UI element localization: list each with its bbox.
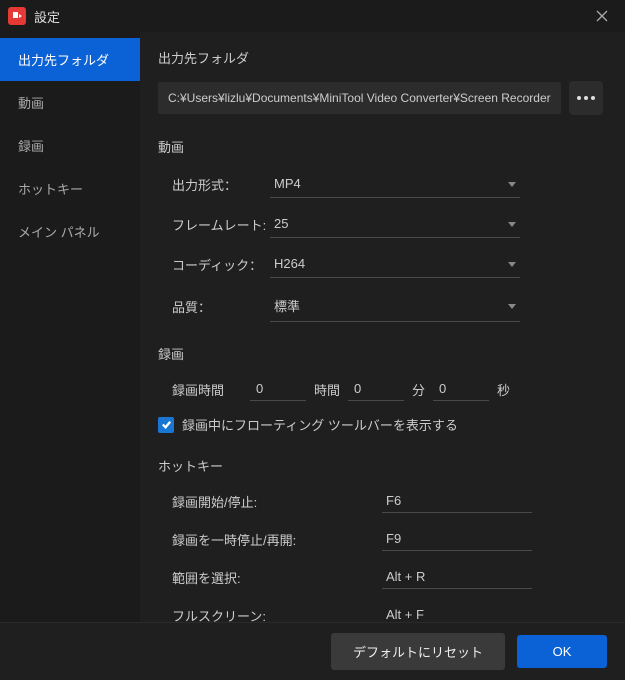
hotkey-select-region: 範囲を選択:Alt + R	[158, 565, 603, 589]
record-duration-label: 録画時間	[172, 380, 242, 399]
sidebar-item-main-panel[interactable]: メイン パネル	[0, 210, 140, 253]
reset-defaults-button[interactable]: デフォルトにリセット	[331, 633, 505, 670]
hotkey-select-region-label: 範囲を選択:	[172, 568, 382, 587]
browse-folder-button[interactable]	[569, 81, 603, 115]
section-output-folder: 出力先フォルダ	[158, 48, 603, 115]
sidebar-item-output-folder[interactable]: 出力先フォルダ	[0, 38, 140, 81]
section-hotkey: ホットキー 録画開始/停止:F6録画を一時停止/再開:F9範囲を選択:Alt +…	[158, 456, 603, 622]
hotkey-list: 録画開始/停止:F6録画を一時停止/再開:F9範囲を選択:Alt + Rフルスク…	[158, 489, 603, 622]
hotkey-select-region-field[interactable]: Alt + R	[382, 565, 532, 589]
footer: デフォルトにリセット OK	[0, 622, 625, 680]
hotkey-start-stop-label: 録画開始/停止:	[172, 492, 382, 511]
content-pane: 出力先フォルダ 動画 出力形式： MP4 フレームレート: 25	[140, 32, 625, 622]
quality-label: 品質：	[172, 297, 270, 316]
codec-select[interactable]: H264	[270, 250, 520, 278]
codec-label: コーディック：	[172, 255, 270, 274]
hotkey-fullscreen-field[interactable]: Alt + F	[382, 603, 532, 622]
settings-window: 設定 出力先フォルダ動画録画ホットキーメイン パネル 出力先フォルダ 動画 出力…	[0, 0, 625, 680]
section-heading-output-folder: 出力先フォルダ	[158, 48, 603, 67]
hotkey-fullscreen-label: フルスクリーン:	[172, 606, 382, 623]
quality-select[interactable]: 標準	[270, 290, 520, 322]
sidebar-item-video[interactable]: 動画	[0, 81, 140, 124]
hotkey-pause-resume-label: 録画を一時停止/再開:	[172, 530, 382, 549]
window-body: 出力先フォルダ動画録画ホットキーメイン パネル 出力先フォルダ 動画 出力形式：…	[0, 32, 625, 622]
ellipsis-icon	[577, 96, 595, 100]
output-format-label: 出力形式：	[172, 175, 270, 194]
sidebar-item-recording[interactable]: 録画	[0, 124, 140, 167]
show-floating-toolbar-checkbox[interactable]	[158, 417, 174, 433]
record-hours-input[interactable]	[250, 377, 306, 401]
title-bar: 設定	[0, 0, 625, 32]
close-button[interactable]	[587, 1, 617, 31]
ok-button[interactable]: OK	[517, 635, 607, 668]
minutes-unit-label: 分	[412, 380, 425, 399]
hours-unit-label: 時間	[314, 380, 340, 399]
section-recording: 録画 録画時間 時間 分 秒 録画中にフローティング ツールバーを表示する	[158, 344, 603, 434]
section-heading-hotkey: ホットキー	[158, 456, 603, 475]
hotkey-fullscreen: フルスクリーン:Alt + F	[158, 603, 603, 622]
sidebar: 出力先フォルダ動画録画ホットキーメイン パネル	[0, 32, 140, 622]
seconds-unit-label: 秒	[497, 380, 510, 399]
hotkey-start-stop: 録画開始/停止:F6	[158, 489, 603, 513]
section-video: 動画 出力形式： MP4 フレームレート: 25 コーディック： H264 品質…	[158, 137, 603, 322]
hotkey-start-stop-field[interactable]: F6	[382, 489, 532, 513]
app-logo-icon	[8, 7, 26, 25]
sidebar-item-hotkey[interactable]: ホットキー	[0, 167, 140, 210]
window-title: 設定	[34, 7, 587, 26]
record-minutes-input[interactable]	[348, 377, 404, 401]
hotkey-pause-resume: 録画を一時停止/再開:F9	[158, 527, 603, 551]
output-path-input[interactable]	[158, 82, 561, 114]
framerate-select[interactable]: 25	[270, 210, 520, 238]
record-seconds-input[interactable]	[433, 377, 489, 401]
output-format-select[interactable]: MP4	[270, 170, 520, 198]
framerate-label: フレームレート:	[172, 215, 270, 234]
hotkey-pause-resume-field[interactable]: F9	[382, 527, 532, 551]
section-heading-video: 動画	[158, 137, 603, 156]
show-floating-toolbar-label: 録画中にフローティング ツールバーを表示する	[182, 415, 458, 434]
check-icon	[161, 419, 172, 430]
section-heading-recording: 録画	[158, 344, 603, 363]
